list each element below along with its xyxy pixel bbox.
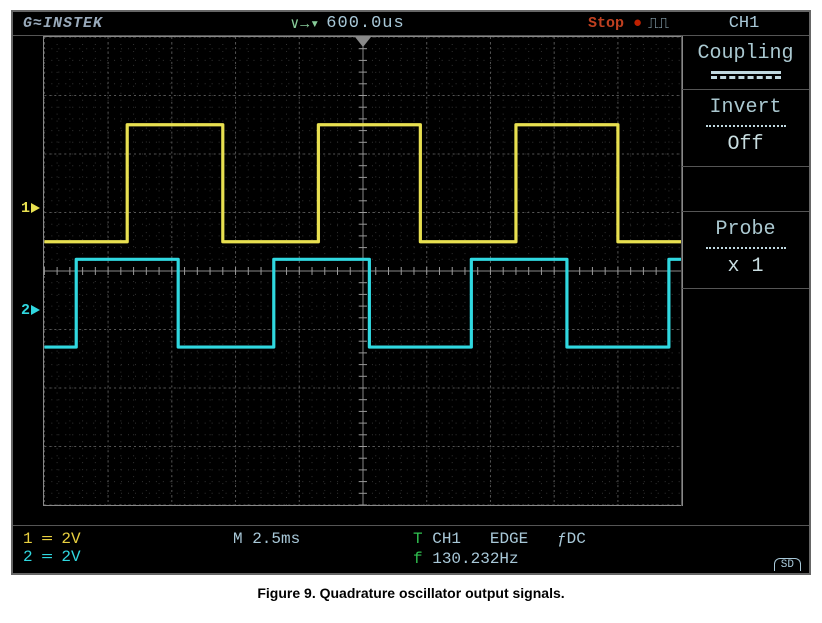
bottom-status-bar: 1 ═ 2V 2 ═ 2V M 2.5ms T CH1 EDGE ƒDC f 1… <box>13 525 809 573</box>
active-channel: CH1 <box>679 14 809 33</box>
menu-coupling[interactable]: Coupling <box>682 36 809 90</box>
trigger-source-icon: T <box>413 530 423 548</box>
figure-caption: Figure 9. Quadrature oscillator output s… <box>0 585 822 601</box>
invert-value: Off <box>686 133 805 156</box>
waveform-grid <box>44 37 682 505</box>
coupling-dc-icon <box>711 71 781 74</box>
freq-readout: 130.232Hz <box>432 550 518 568</box>
run-state: Stop ● <box>582 15 648 32</box>
topbar-center: ∨→▾ 600.0us <box>113 14 582 33</box>
sd-card-icon: SD <box>774 558 801 571</box>
brand-logo: G≈INSTEK <box>13 15 113 32</box>
timebase-readout: 600.0us <box>326 14 404 33</box>
ch2-zero-marker: 2 <box>21 302 30 319</box>
trigger-mode: EDGE <box>490 530 528 548</box>
ch1-scale: 1 ═ 2V <box>23 530 233 548</box>
trigger-source: CH1 <box>432 530 461 548</box>
menu-probe[interactable]: Probe x 1 <box>682 212 809 289</box>
side-menu: Coupling Invert Off Probe x 1 <box>681 36 809 506</box>
ch2-scale: 2 ═ 2V <box>23 548 233 566</box>
main-timebase: M 2.5ms <box>233 530 300 548</box>
menu-invert[interactable]: Invert Off <box>682 90 809 167</box>
trigger-arrow-glyphs: ∨→▾ <box>290 14 320 33</box>
probe-value: x 1 <box>686 255 805 278</box>
stop-dot-icon: ● <box>633 15 642 32</box>
freq-icon: f <box>413 550 423 568</box>
trigger-coupling: ƒDC <box>557 530 586 548</box>
oscilloscope-topbar: G≈INSTEK ∨→▾ 600.0us Stop ● ⎍⎍ CH1 <box>13 12 809 36</box>
waveform-display <box>43 36 683 506</box>
coupling-ac-icon <box>711 76 781 79</box>
pulse-icon: ⎍⎍ <box>648 15 669 33</box>
ch1-zero-marker: 1 <box>21 200 30 217</box>
